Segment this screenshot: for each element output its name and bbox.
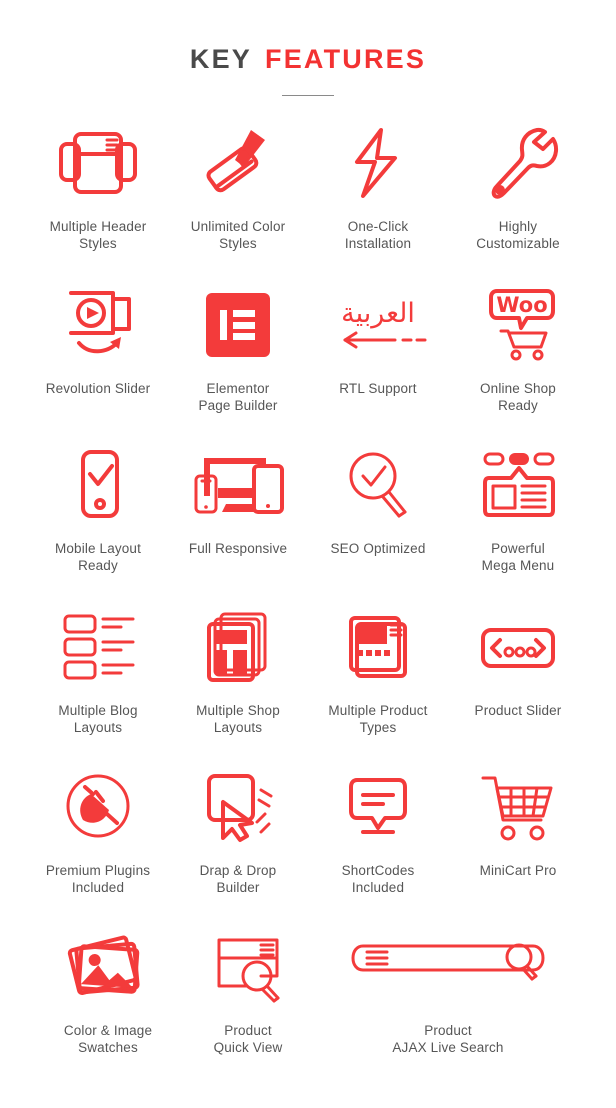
features-row: Premium PluginsIncluded Drap & DropBuild… <box>0 764 616 896</box>
feature-mobile-layout-ready[interactable]: Mobile LayoutReady <box>28 442 168 574</box>
mega-menu-icon <box>475 442 561 528</box>
feature-label: Full Responsive <box>189 540 287 557</box>
feature-color-image-swatches[interactable]: Color & ImageSwatches <box>38 924 178 1056</box>
multiple-header-styles-icon <box>55 120 141 206</box>
rtl-arabic-arrow-icon: العربية <box>323 282 433 368</box>
feature-label: One-ClickInstallation <box>345 218 411 252</box>
feature-label: Product Slider <box>475 702 562 719</box>
magnifier-check-icon <box>335 442 421 528</box>
feature-product-quick-view[interactable]: ProductQuick View <box>178 924 318 1056</box>
feature-full-responsive[interactable]: Full Responsive <box>168 442 308 557</box>
feature-label: ProductQuick View <box>214 1022 283 1056</box>
key-features-page: KEYFEATURES Multiple HeaderSty <box>0 0 616 1108</box>
feature-elementor-page-builder[interactable]: ElementorPage Builder <box>168 282 308 414</box>
feature-unlimited-color-styles[interactable]: Unlimited ColorStyles <box>168 120 308 252</box>
feature-multiple-product-types[interactable]: Multiple ProductTypes <box>308 604 448 736</box>
quick-view-card-icon <box>205 924 291 1010</box>
woo-glyph: Woo <box>496 293 547 317</box>
feature-rtl-support[interactable]: العربية RTL Support <box>308 282 448 397</box>
lightning-bolt-icon <box>335 120 421 206</box>
feature-label: Multiple BlogLayouts <box>58 702 137 736</box>
feature-label: Revolution Slider <box>46 380 151 397</box>
feature-label: Mobile LayoutReady <box>55 540 141 574</box>
search-bar-icon <box>343 924 553 1010</box>
wrench-icon <box>475 120 561 206</box>
feature-product-slider[interactable]: Product Slider <box>448 604 588 719</box>
responsive-devices-icon <box>190 442 286 528</box>
mobile-check-icon <box>55 442 141 528</box>
feature-multiple-blog-layouts[interactable]: Multiple BlogLayouts <box>28 604 168 736</box>
product-types-icon <box>335 604 421 690</box>
feature-multiple-shop-layouts[interactable]: Multiple ShopLayouts <box>168 604 308 736</box>
woocommerce-cart-icon: Woo <box>475 282 561 368</box>
features-row: Color & ImageSwatches <box>0 924 616 1056</box>
page-title-part1: KEY <box>190 44 252 74</box>
feature-label: Multiple HeaderStyles <box>50 218 147 252</box>
page-header: KEY FEATURES <box>0 0 616 96</box>
feature-label: ShortCodesIncluded <box>342 862 415 896</box>
feature-product-ajax-live-search[interactable]: ProductAJAX Live Search <box>318 924 578 1056</box>
feature-highly-customizable[interactable]: HighlyCustomizable <box>448 120 588 252</box>
speech-bubble-lines-icon <box>335 764 421 850</box>
cursor-drag-icon <box>195 764 281 850</box>
feature-label: SEO Optimized <box>331 540 426 557</box>
features-grid: Multiple HeaderStyles Unlimited ColorSty… <box>0 120 616 1056</box>
elementor-logo-icon <box>195 282 281 368</box>
feature-label: Unlimited ColorStyles <box>191 218 286 252</box>
paint-roller-icon <box>195 120 281 206</box>
shop-pages-icon <box>195 604 281 690</box>
feature-label: PowerfulMega Menu <box>482 540 555 574</box>
feature-minicart-pro[interactable]: MiniCart Pro <box>448 764 588 879</box>
feature-label: Drap & DropBuilder <box>200 862 277 896</box>
feature-label: Premium PluginsIncluded <box>46 862 150 896</box>
feature-shortcodes-included[interactable]: ShortCodesIncluded <box>308 764 448 896</box>
feature-premium-plugins-included[interactable]: Premium PluginsIncluded <box>28 764 168 896</box>
page-title-part2: FEATURES <box>265 44 426 74</box>
features-row: Multiple HeaderStyles Unlimited ColorSty… <box>0 120 616 252</box>
feature-multiple-header-styles[interactable]: Multiple HeaderStyles <box>28 120 168 252</box>
feature-label: HighlyCustomizable <box>476 218 560 252</box>
revolution-slider-icon <box>55 282 141 368</box>
feature-label: ProductAJAX Live Search <box>392 1022 503 1056</box>
photo-stack-icon <box>62 924 154 1010</box>
feature-online-shop-ready[interactable]: Woo Online ShopReady <box>448 282 588 414</box>
product-slider-icon <box>475 604 561 690</box>
feature-label: RTL Support <box>339 380 416 397</box>
page-title: KEY FEATURES <box>0 46 616 73</box>
feature-one-click-installation[interactable]: One-ClickInstallation <box>308 120 448 252</box>
features-row: Revolution Slider ElementorPage Builder <box>0 282 616 414</box>
arabic-glyph: العربية <box>341 298 415 329</box>
blog-list-icon <box>55 604 141 690</box>
feature-powerful-mega-menu[interactable]: PowerfulMega Menu <box>448 442 588 574</box>
feature-drag-drop-builder[interactable]: Drap & DropBuilder <box>168 764 308 896</box>
feature-label: ElementorPage Builder <box>198 380 277 414</box>
features-row: Multiple BlogLayouts Multiple ShopLayout… <box>0 604 616 736</box>
feature-label: Color & ImageSwatches <box>64 1022 152 1056</box>
feature-label: Online ShopReady <box>480 380 556 414</box>
feature-label: MiniCart Pro <box>480 862 557 879</box>
title-divider <box>282 95 334 96</box>
features-row: Mobile LayoutReady Full Responsiv <box>0 442 616 574</box>
feature-revolution-slider[interactable]: Revolution Slider <box>28 282 168 397</box>
feature-seo-optimized[interactable]: SEO Optimized <box>308 442 448 557</box>
plug-circle-icon <box>55 764 141 850</box>
feature-label: Multiple ShopLayouts <box>196 702 280 736</box>
feature-label: Multiple ProductTypes <box>328 702 427 736</box>
shopping-cart-icon <box>475 764 561 850</box>
